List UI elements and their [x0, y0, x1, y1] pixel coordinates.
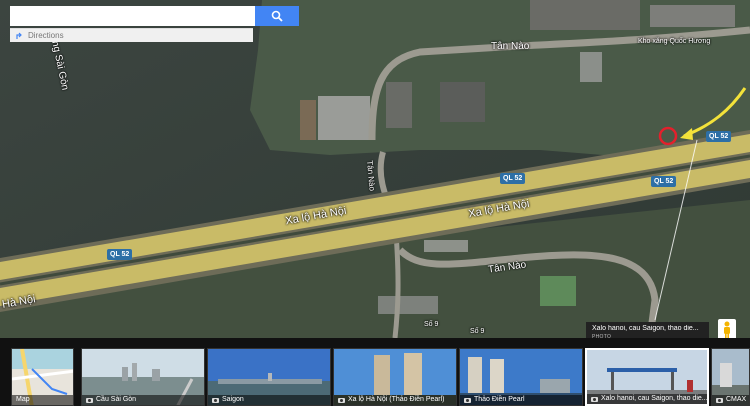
- search-icon: [271, 10, 283, 22]
- photo-thumbnail-xa-lo[interactable]: Xa lộ Hà Nội (Thảo Điền Pearl): [333, 348, 457, 406]
- route-shield-3: QL 52: [706, 131, 732, 142]
- thumb-caption: Cầu Sài Gòn: [82, 395, 204, 405]
- directions-label: Directions: [28, 31, 64, 40]
- thumb-caption: Saigon: [208, 395, 330, 405]
- pond: [540, 276, 576, 306]
- warehouse-block: [650, 5, 735, 27]
- thumb-label: Thảo Điền Pearl: [474, 396, 525, 403]
- pegman-icon: [724, 321, 730, 338]
- station-label: Kho xăng Quốc Hương: [638, 38, 711, 45]
- photo-thumbnail-saigon[interactable]: Saigon: [207, 348, 331, 406]
- thumb-label: Cầu Sài Gòn: [96, 396, 137, 403]
- thumb-caption: Thảo Điền Pearl: [460, 395, 582, 405]
- route-shield-4: QL 52: [107, 249, 133, 260]
- building-block: [440, 82, 485, 122]
- thumb-label: Xalo hanoi, cau Saigon, thao die...: [601, 395, 707, 402]
- search-bar: [10, 6, 299, 26]
- camera-icon: [212, 397, 219, 403]
- street-label-so9: Số 9: [424, 321, 439, 328]
- warehouse-roof: [318, 96, 370, 140]
- directions-link[interactable]: Directions: [10, 28, 253, 42]
- map-thumbnail[interactable]: Map: [11, 348, 74, 406]
- thumb-label: CMAX: [726, 396, 747, 403]
- building-south: [378, 296, 438, 314]
- building-south-2: [424, 240, 468, 252]
- photo-thumbnail-cmax[interactable]: CMAX: [711, 348, 750, 406]
- building-block-2: [386, 82, 412, 128]
- thumb-label: Xa lộ Hà Nội (Thảo Điền Pearl): [348, 396, 445, 403]
- camera-icon: [591, 396, 598, 402]
- directions-icon: [16, 32, 22, 39]
- thumb-label-map: Map: [16, 396, 30, 403]
- photo-thumbnail-thao-dien-pearl[interactable]: Thảo Điền Pearl: [459, 348, 583, 406]
- building-block-3: [580, 52, 602, 82]
- photo-thumbnail-cau-sai-gon[interactable]: Cầu Sài Gòn: [81, 348, 205, 406]
- camera-icon: [338, 397, 345, 403]
- thumb-caption: Xa lộ Hà Nội (Thảo Điền Pearl): [334, 395, 456, 405]
- camera-icon: [86, 397, 93, 403]
- thumb-caption: Xalo hanoi, cau Saigon, thao die...: [587, 394, 707, 404]
- search-input[interactable]: [10, 6, 255, 26]
- street-label-tan-nao-north: Tân Nào: [491, 41, 530, 52]
- thumb-caption: CMAX: [712, 395, 749, 405]
- camera-icon: [716, 397, 723, 403]
- route-shield-2: QL 52: [651, 176, 677, 187]
- tooltip-title: Xalo hanoi, cau Saigon, thao die...: [592, 325, 699, 332]
- search-button[interactable]: [255, 6, 299, 26]
- building-block-4: [300, 100, 316, 140]
- route-shield: QL 52: [500, 173, 526, 184]
- camera-icon: [464, 397, 471, 403]
- thumb-label: Saigon: [222, 396, 244, 403]
- photo-thumbnail-xalo-hanoi-selected[interactable]: Xalo hanoi, cau Saigon, thao die...: [585, 348, 709, 406]
- thumb-caption: Map: [12, 395, 73, 405]
- street-label-so9-b: Số 9: [470, 328, 485, 335]
- industrial-block: [530, 0, 640, 30]
